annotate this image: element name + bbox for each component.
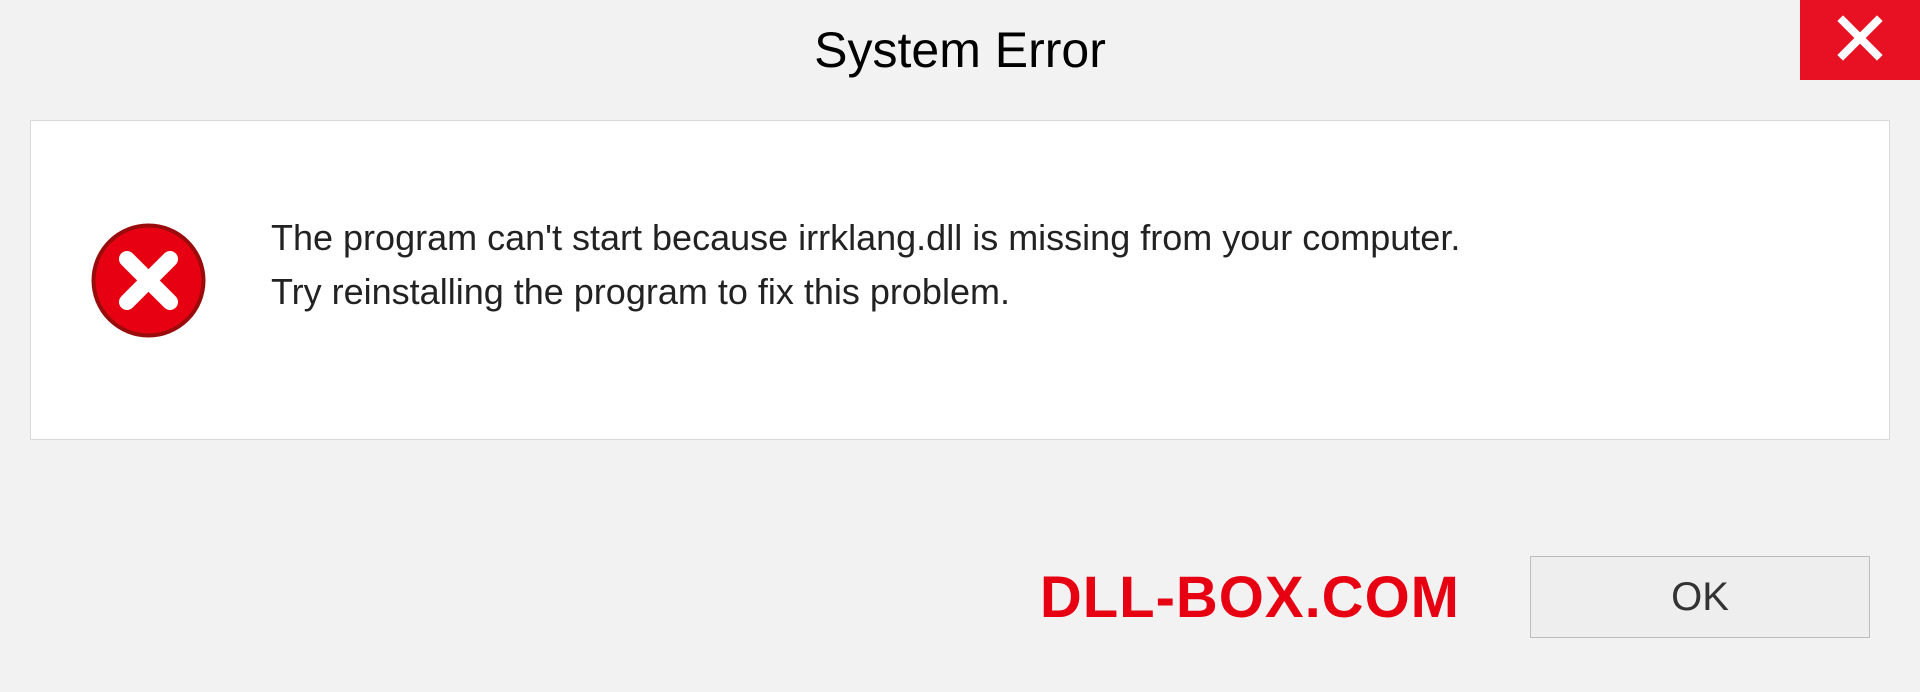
- close-icon: [1837, 15, 1883, 66]
- error-icon: [91, 223, 206, 338]
- dialog-content-panel: The program can't start because irrklang…: [30, 120, 1890, 440]
- dialog-message-line2: Try reinstalling the program to fix this…: [271, 265, 1849, 319]
- watermark-text: DLL-BOX.COM: [1040, 564, 1460, 631]
- dialog-title: System Error: [814, 21, 1106, 79]
- ok-button[interactable]: OK: [1530, 556, 1870, 638]
- dialog-footer: DLL-BOX.COM OK: [0, 522, 1920, 692]
- close-button[interactable]: [1800, 0, 1920, 80]
- dialog-message-line1: The program can't start because irrklang…: [271, 211, 1849, 265]
- dialog-message: The program can't start because irrklang…: [271, 211, 1849, 349]
- dialog-titlebar: System Error: [0, 0, 1920, 100]
